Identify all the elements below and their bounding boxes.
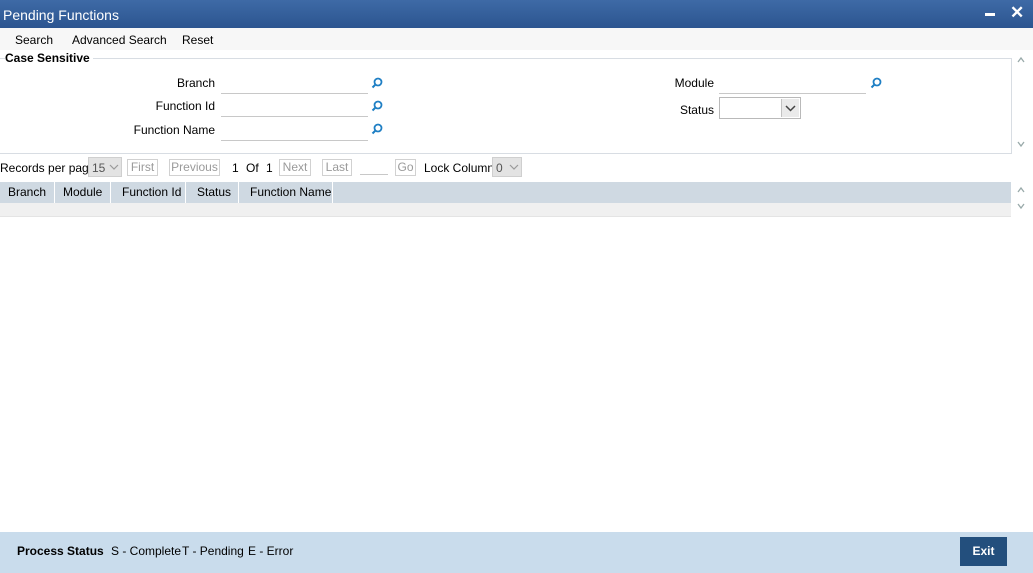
- function-name-label: Function Name: [133, 123, 215, 137]
- window-title: Pending Functions: [3, 7, 119, 23]
- chevron-down-icon[interactable]: [781, 99, 799, 117]
- exit-button[interactable]: Exit: [960, 537, 1007, 566]
- module-input[interactable]: [719, 77, 866, 94]
- status-legend-complete: S - Complete: [111, 544, 182, 558]
- total-pages: 1: [266, 161, 273, 175]
- footer-bar: Process Status S - Complete T - Pending …: [0, 532, 1033, 573]
- function-id-input[interactable]: [221, 100, 368, 117]
- table-row[interactable]: [0, 203, 1011, 217]
- grid-scrollbar[interactable]: [1013, 182, 1031, 216]
- advanced-search-button[interactable]: Advanced Search: [72, 33, 167, 47]
- go-to-page-input[interactable]: [360, 174, 388, 175]
- column-header-function-id[interactable]: Function Id: [111, 182, 186, 203]
- case-sensitive-legend: Case Sensitive: [5, 51, 93, 65]
- column-header-module[interactable]: Module: [55, 182, 111, 203]
- scroll-down-icon[interactable]: [1017, 202, 1025, 210]
- branch-lookup-search-icon[interactable]: [371, 77, 383, 89]
- close-icon[interactable]: ✕: [1010, 4, 1024, 22]
- function-name-input[interactable]: [221, 124, 368, 141]
- chevron-down-icon: [109, 164, 119, 170]
- minimize-icon[interactable]: [985, 13, 995, 16]
- scroll-up-icon[interactable]: [1017, 186, 1025, 194]
- function-id-label: Function Id: [155, 99, 215, 113]
- records-per-page-value: 15: [92, 161, 106, 175]
- previous-page-button[interactable]: Previous: [169, 159, 220, 176]
- of-label: Of: [246, 161, 259, 175]
- function-name-lookup-search-icon[interactable]: [371, 123, 383, 135]
- branch-input[interactable]: [221, 77, 368, 94]
- module-label: Module: [674, 76, 714, 90]
- results-grid-header: Branch Module Function Id Status Functio…: [0, 182, 1011, 203]
- status-select[interactable]: [719, 97, 801, 119]
- lock-columns-value: 0: [496, 161, 503, 175]
- search-button[interactable]: Search: [15, 33, 53, 47]
- scroll-down-icon[interactable]: [1017, 140, 1025, 148]
- status-legend-error: E - Error: [248, 544, 294, 558]
- records-per-page-select[interactable]: 15: [88, 157, 122, 177]
- records-per-page-label: Records per page: [0, 161, 96, 175]
- lock-columns-label: Lock Columns: [424, 161, 501, 175]
- first-page-button[interactable]: First: [127, 159, 158, 176]
- go-button[interactable]: Go: [395, 159, 416, 176]
- pagination-bar: Records per page 15 First Previous 1 Of …: [0, 156, 1033, 178]
- status-label: Status: [679, 103, 714, 117]
- module-lookup-search-icon[interactable]: [870, 77, 882, 89]
- toolbar: Search Advanced Search Reset: [0, 28, 1033, 50]
- criteria-scrollbar[interactable]: [1013, 52, 1031, 152]
- branch-label: Branch: [176, 76, 215, 90]
- scroll-up-icon[interactable]: [1017, 56, 1025, 64]
- lock-columns-select[interactable]: 0: [492, 157, 522, 177]
- column-header-branch[interactable]: Branch: [0, 182, 55, 203]
- function-id-lookup-search-icon[interactable]: [371, 100, 383, 112]
- last-page-button[interactable]: Last: [322, 159, 352, 176]
- column-header-function-name[interactable]: Function Name: [239, 182, 333, 203]
- status-legend-pending: T - Pending: [182, 544, 244, 558]
- next-page-button[interactable]: Next: [279, 159, 311, 176]
- process-status-label: Process Status: [17, 544, 104, 558]
- window-titlebar: Pending Functions ✕: [0, 0, 1033, 28]
- chevron-down-icon: [509, 164, 519, 170]
- column-header-status[interactable]: Status: [186, 182, 239, 203]
- current-page: 1: [232, 161, 239, 175]
- reset-button[interactable]: Reset: [182, 33, 213, 47]
